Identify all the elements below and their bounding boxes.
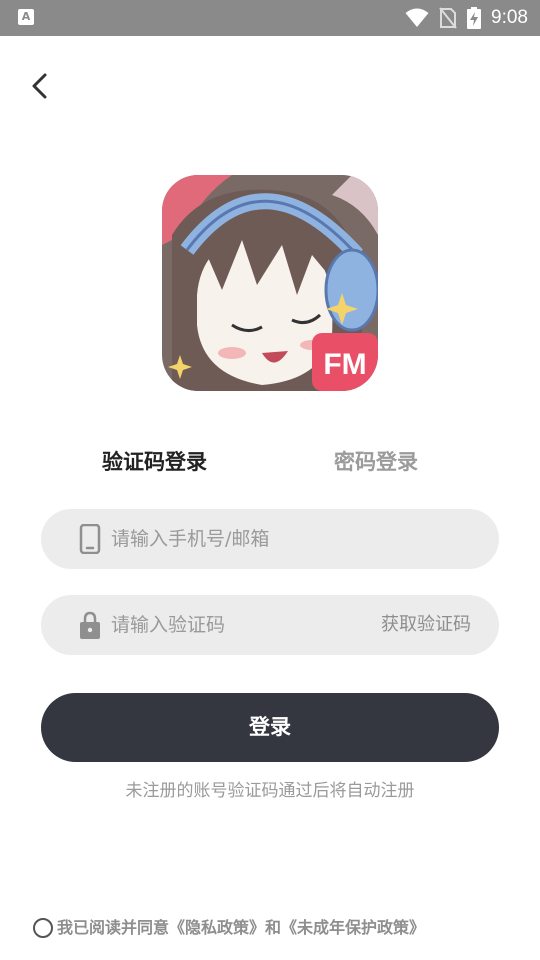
privacy-policy-link[interactable]: 《隐私政策》 — [169, 914, 265, 938]
agreement-row: 我已阅读并同意 《隐私政策》 和 《未成年保护政策》 — [33, 912, 425, 940]
phone-icon — [79, 524, 101, 554]
wifi-icon — [405, 8, 429, 27]
phone-input[interactable] — [111, 509, 361, 569]
no-sim-icon — [439, 7, 457, 29]
tab-password-login[interactable]: 密码登录 — [334, 446, 418, 476]
agreement-checkbox[interactable] — [33, 917, 53, 938]
logo-badge-text: FM — [323, 348, 366, 381]
app-logo: FM — [162, 175, 378, 391]
clock: 9:08 — [491, 7, 528, 28]
verification-code-input[interactable] — [111, 595, 361, 655]
agreement-and: 和 — [265, 918, 282, 937]
lock-icon — [80, 611, 100, 639]
get-code-button[interactable]: 获取验证码 — [381, 595, 471, 655]
verification-code-field: 获取验证码 — [41, 595, 499, 655]
chevron-left-icon — [32, 73, 47, 99]
status-bar: A 9:08 — [0, 0, 540, 36]
notification-app-icon: A — [18, 9, 34, 25]
tab-code-login[interactable]: 验证码登录 — [102, 446, 207, 476]
back-button[interactable] — [22, 66, 62, 106]
agreement-prefix: 我已阅读并同意 — [57, 918, 170, 937]
status-icons: 9:08 — [405, 0, 528, 36]
phone-field — [41, 509, 499, 569]
minor-protection-policy-link[interactable]: 《未成年保护政策》 — [281, 914, 425, 938]
login-button[interactable]: 登录 — [41, 693, 499, 762]
auto-register-hint: 未注册的账号验证码通过后将自动注册 — [125, 781, 415, 801]
battery-charging-icon — [467, 7, 482, 29]
